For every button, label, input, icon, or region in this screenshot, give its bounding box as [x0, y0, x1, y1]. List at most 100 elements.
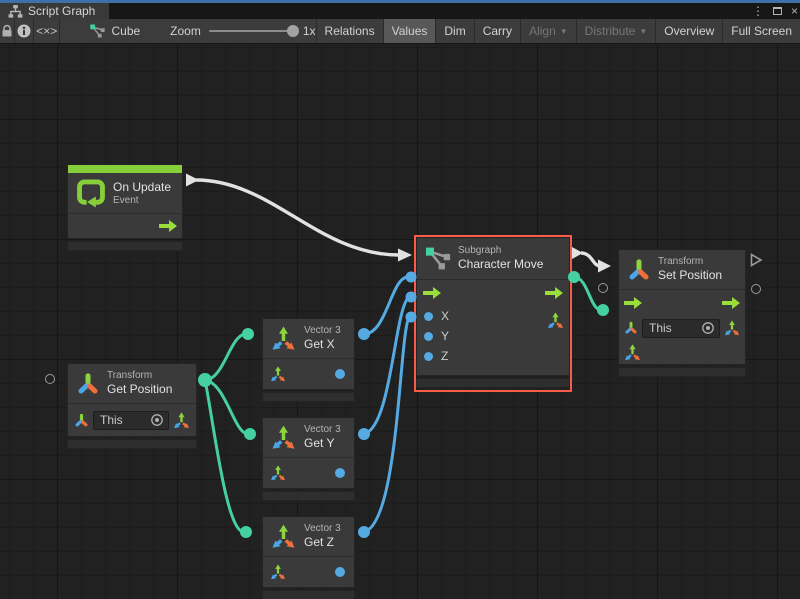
wire-endpoint[interactable]	[244, 428, 256, 440]
info-button[interactable]	[15, 19, 34, 43]
tab-strip: Script Graph ⋮ ×	[0, 3, 800, 19]
wire-getposition-to-getz[interactable]	[205, 380, 244, 532]
wire-endpoint[interactable]	[358, 526, 370, 538]
wire-gety-to-charactermove[interactable]	[364, 297, 409, 434]
node-get-z[interactable]: Vector 3 Get Z	[262, 516, 355, 599]
value-output-port[interactable]	[335, 567, 345, 577]
node-title: Set Position	[658, 268, 722, 283]
vector3-input-port[interactable]	[624, 344, 641, 361]
flow-in-port[interactable]	[423, 287, 441, 299]
node-category: Vector 3	[304, 325, 341, 337]
node-get-position[interactable]: Transform Get Position This	[67, 363, 197, 449]
object-picker-icon[interactable]	[701, 321, 715, 335]
lock-button[interactable]	[0, 19, 15, 43]
unconnected-input-circle[interactable]	[598, 283, 608, 293]
vector3-input-port[interactable]	[270, 465, 286, 481]
flow-out-port[interactable]	[159, 220, 177, 232]
vector3-input-port[interactable]	[270, 564, 286, 580]
wire-endpoint[interactable]	[358, 428, 370, 440]
wire-start-triangle[interactable]	[186, 174, 199, 187]
port-label: Z	[441, 349, 448, 363]
chevron-down-icon: ▼	[639, 27, 647, 36]
node-title: Character Move	[458, 257, 543, 272]
value-output-port[interactable]	[335, 468, 345, 478]
wire-getz-to-charactermove[interactable]	[364, 317, 409, 532]
code-view-label: <×>	[36, 24, 57, 38]
node-footer	[262, 491, 355, 501]
object-picker-icon[interactable]	[150, 413, 164, 427]
wire-getposition-to-getx[interactable]	[205, 334, 246, 380]
node-footer	[67, 439, 197, 449]
overview-button[interactable]: Overview	[656, 19, 723, 43]
dim-button[interactable]: Dim	[436, 19, 474, 43]
info-icon	[17, 24, 31, 38]
transform-icon	[627, 258, 651, 282]
transform-input-port[interactable]	[624, 321, 638, 335]
target-object-field[interactable]: This	[642, 319, 720, 338]
zoom-control: Zoom 1x	[170, 19, 315, 43]
tab-script-graph[interactable]: Script Graph	[0, 3, 109, 19]
graph-breadcrumb[interactable]: Cube	[90, 19, 140, 43]
unconnected-flow-triangle[interactable]	[750, 253, 763, 267]
wire-getx-to-charactermove[interactable]	[364, 277, 408, 334]
vector3-output-port[interactable]	[173, 412, 190, 429]
graph-canvas[interactable]: On Update Event Transform Get Position	[0, 44, 800, 599]
value-output-port[interactable]	[335, 369, 345, 379]
wire-endpoint[interactable]	[358, 328, 370, 340]
wire-endpoint[interactable]	[597, 304, 609, 316]
transform-input-port[interactable]	[74, 413, 89, 428]
zoom-value: 1x	[303, 24, 316, 38]
relations-button[interactable]: Relations	[317, 19, 384, 43]
wire-charactermove-to-setposition-value[interactable]	[574, 277, 601, 310]
close-icon[interactable]: ×	[791, 4, 798, 18]
selection-outline: Subgraph Character Move X Y	[414, 235, 572, 392]
code-view-button[interactable]: <×>	[34, 19, 60, 43]
value-input-port[interactable]	[424, 312, 433, 321]
zoom-slider-handle[interactable]	[287, 25, 299, 37]
target-object-field[interactable]: This	[93, 411, 169, 430]
wire-endpoint[interactable]	[240, 526, 252, 538]
node-category: Transform	[107, 370, 172, 382]
vector3-input-port[interactable]	[270, 366, 286, 382]
zoom-slider[interactable]	[209, 30, 295, 32]
window-menu-icon[interactable]: ⋮	[752, 4, 764, 18]
node-title: Get X	[304, 337, 341, 352]
wire-getposition-to-gety[interactable]	[205, 380, 248, 434]
node-get-y[interactable]: Vector 3 Get Y	[262, 417, 355, 501]
distribute-dropdown[interactable]: Distribute ▼	[577, 19, 657, 43]
full-screen-button[interactable]: Full Screen	[723, 19, 800, 43]
node-on-update[interactable]: On Update Event	[67, 164, 183, 251]
node-get-x[interactable]: Vector 3 Get X	[262, 318, 355, 402]
node-category: Vector 3	[304, 424, 341, 436]
value-input-port[interactable]	[424, 352, 433, 361]
wire-flow-charactermove-to-setposition[interactable]	[581, 253, 600, 266]
wire-flow-onupdate-to-charactermove[interactable]	[196, 180, 399, 255]
node-footer	[67, 241, 183, 251]
wire-start-triangle[interactable]	[572, 247, 583, 259]
unconnected-input-circle[interactable]	[45, 374, 55, 384]
align-dropdown[interactable]: Align ▼	[521, 19, 577, 43]
vector3-icon	[271, 326, 296, 351]
flow-out-port[interactable]	[722, 297, 740, 309]
flow-out-port[interactable]	[545, 287, 563, 299]
node-footer	[416, 378, 570, 388]
value-input-port[interactable]	[424, 332, 433, 341]
maximize-icon[interactable]	[773, 7, 782, 15]
carry-button[interactable]: Carry	[475, 19, 521, 43]
wire-arrowhead[interactable]	[598, 260, 611, 273]
wire-arrowhead[interactable]	[398, 249, 412, 262]
subgraph-icon	[90, 24, 105, 38]
values-button[interactable]: Values	[384, 19, 437, 43]
wire-endpoint[interactable]	[198, 373, 212, 387]
graph-name-label: Cube	[111, 24, 140, 38]
unconnected-output-circle[interactable]	[751, 284, 761, 294]
node-footer	[262, 590, 355, 599]
wire-endpoint[interactable]	[242, 328, 254, 340]
vector3-output-port[interactable]	[724, 320, 740, 336]
node-character-move[interactable]: Subgraph Character Move X Y	[416, 237, 570, 388]
node-title: On Update	[113, 180, 171, 195]
node-set-position[interactable]: Transform Set Position This	[618, 249, 746, 377]
node-category: Vector 3	[304, 523, 341, 535]
vector3-output-port[interactable]	[547, 312, 564, 329]
flow-in-port[interactable]	[624, 297, 642, 309]
